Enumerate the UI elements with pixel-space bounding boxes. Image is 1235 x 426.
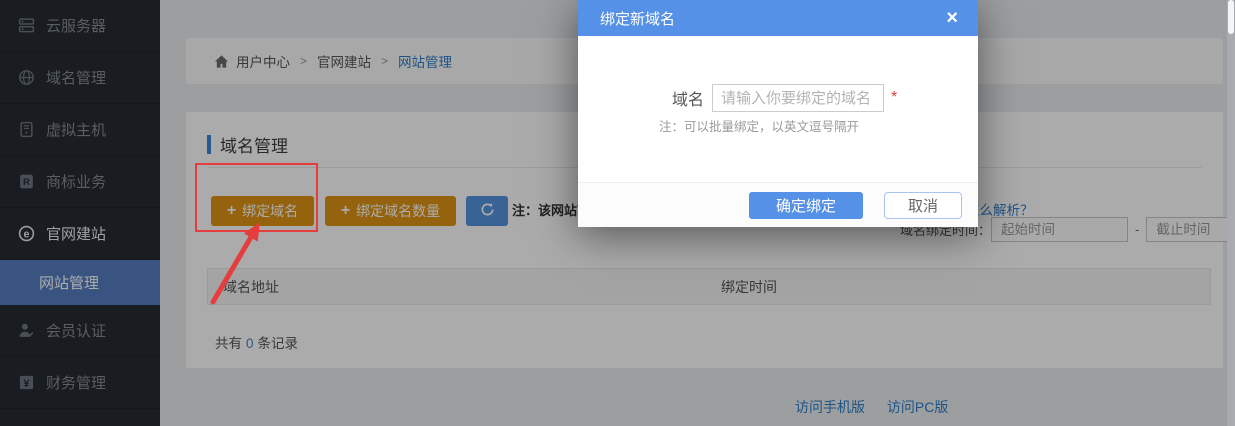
required-asterisk: *: [891, 89, 897, 107]
bind-domain-modal: 绑定新域名 × 域名 * 注：可以批量绑定，以英文逗号隔开 确定绑定 取消: [578, 0, 978, 227]
domain-field-label: 域名: [672, 86, 704, 110]
scrollbar-track[interactable]: [1227, 0, 1235, 426]
domain-input[interactable]: [712, 84, 884, 112]
page: 云服务器 域名管理 虚拟主机 R 商标业务 e 官网建站 网: [0, 0, 1235, 426]
modal-footer: 确定绑定 取消: [578, 182, 978, 227]
confirm-bind-button[interactable]: 确定绑定: [749, 192, 863, 219]
modal-header: 绑定新域名 ×: [578, 0, 978, 36]
close-icon[interactable]: ×: [946, 8, 958, 28]
cancel-button[interactable]: 取消: [884, 192, 962, 219]
scrollbar-thumb[interactable]: [1228, 0, 1234, 34]
domain-field-row: 域名 *: [672, 84, 897, 112]
modal-note: 注：可以批量绑定，以英文逗号隔开: [659, 116, 859, 135]
modal-title: 绑定新域名: [600, 8, 946, 29]
